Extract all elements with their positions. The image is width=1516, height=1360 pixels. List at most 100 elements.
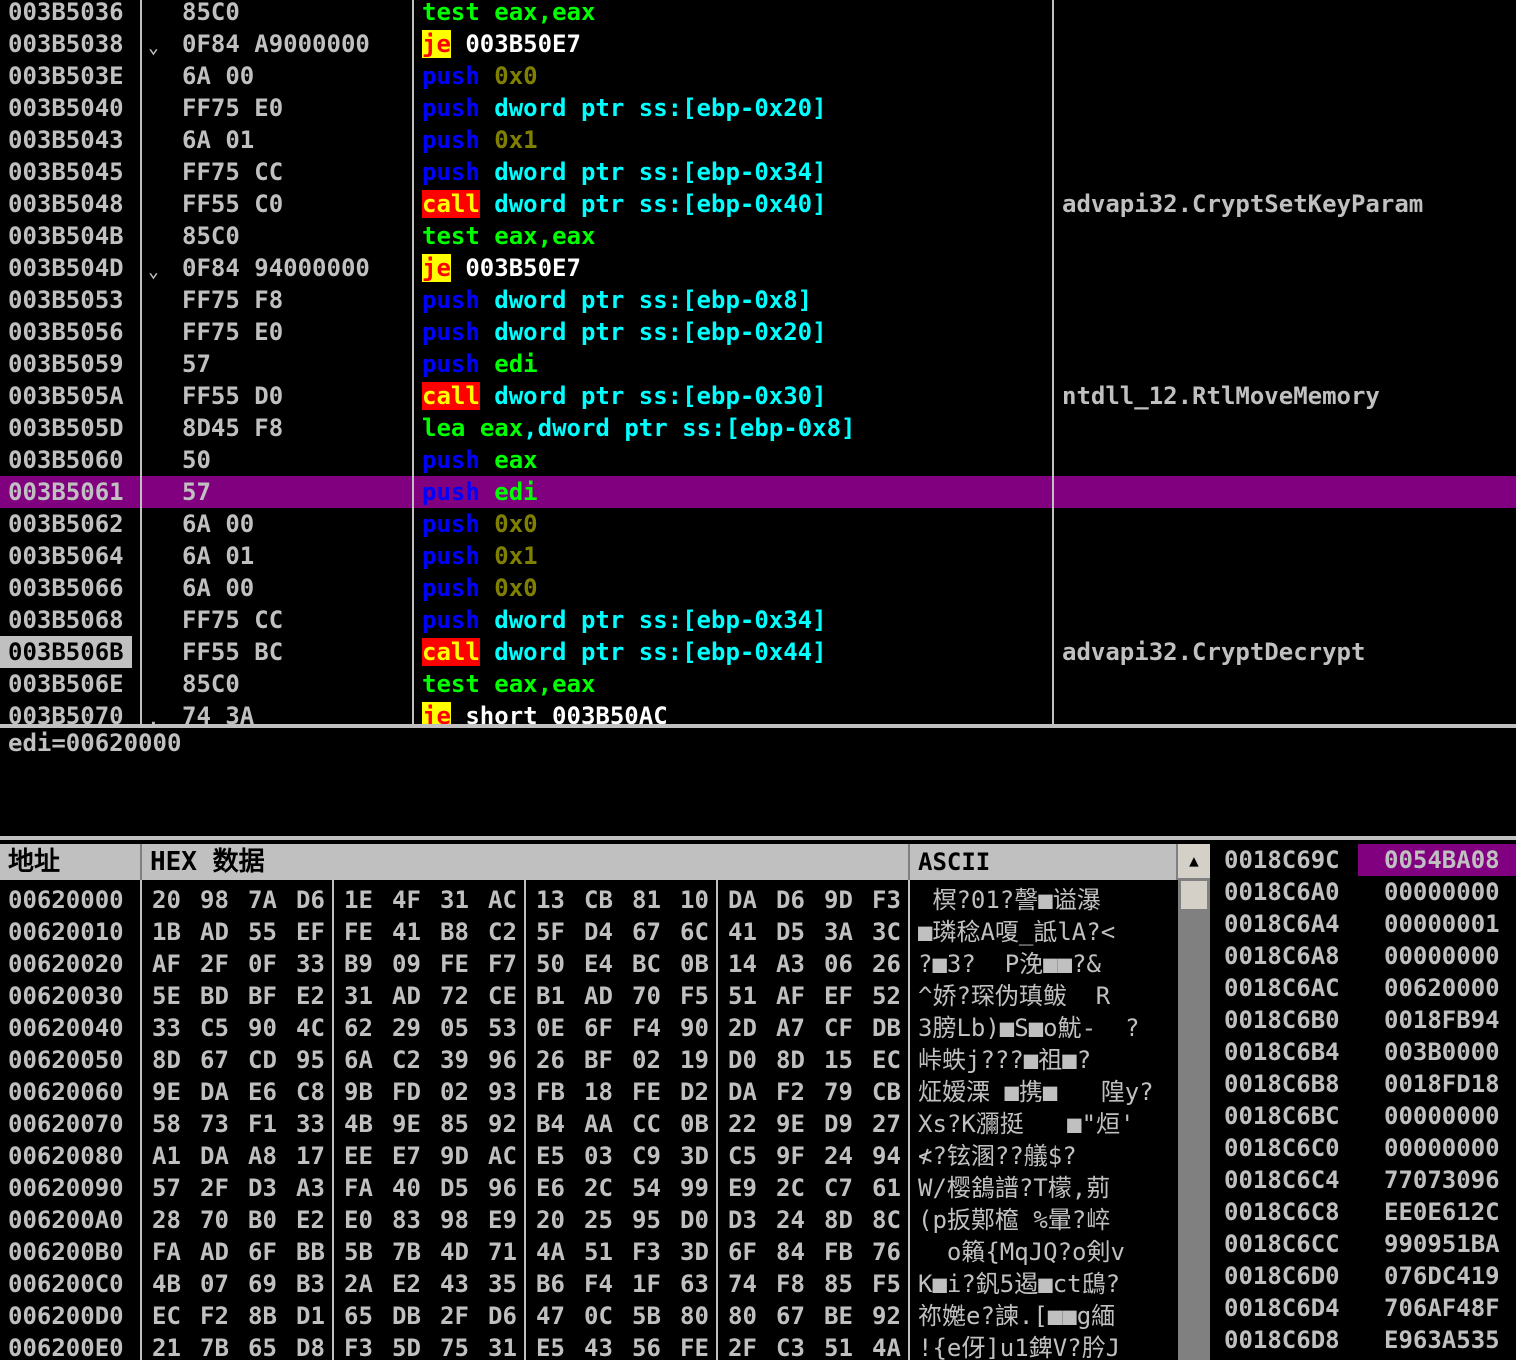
dump-byte[interactable]: 0F <box>248 948 277 980</box>
dump-byte[interactable]: 80 <box>728 1300 757 1332</box>
dump-byte[interactable]: 31 <box>488 1332 517 1360</box>
dump-byte[interactable]: 33 <box>152 1012 181 1044</box>
dump-byte[interactable]: 5B <box>344 1236 373 1268</box>
memory-dump-pane[interactable]: 地址 HEX 数据 ASCII 00620000 20 98 7A D6 1E 4F 31 AC… <box>0 840 1210 1360</box>
dump-byte[interactable]: D8 <box>296 1332 325 1360</box>
dump-byte[interactable]: 15 <box>824 1044 853 1076</box>
disasm-row[interactable]: 003B5045 FF75 CC push dword ptr ss:[ebp-0x… <box>0 156 1516 188</box>
dump-byte[interactable]: A7 <box>776 1012 805 1044</box>
dump-byte[interactable]: 2D <box>728 1012 757 1044</box>
dump-byte[interactable]: 76 <box>872 1236 901 1268</box>
dump-byte[interactable]: 26 <box>872 948 901 980</box>
dump-byte[interactable]: DB <box>392 1300 421 1332</box>
dump-byte[interactable]: 57 <box>152 1172 181 1204</box>
dump-byte[interactable]: 21 <box>152 1332 181 1360</box>
disasm-row[interactable]: 003B5038 ⌄ 0F84 A9000000 je 003B50E7 <box>0 28 1516 60</box>
dump-byte[interactable]: 9E <box>776 1108 805 1140</box>
dump-byte[interactable]: F3 <box>872 884 901 916</box>
disasm-row[interactable]: 003B506E 85C0 test eax,eax <box>0 668 1516 700</box>
dump-byte[interactable]: C5 <box>728 1140 757 1172</box>
dump-row[interactable]: 006200E0 21 7B 65 D8 F3 5D 75 31 E5 43 56 FE 2F C3 51 4A… <box>0 1332 1176 1360</box>
dump-byte[interactable]: B3 <box>296 1268 325 1300</box>
dump-byte[interactable]: 09 <box>392 948 421 980</box>
dump-byte[interactable]: 2F <box>200 948 229 980</box>
dump-byte[interactable]: F7 <box>488 948 517 980</box>
dump-byte[interactable]: 41 <box>392 916 421 948</box>
dump-byte[interactable]: 58 <box>152 1108 181 1140</box>
dump-row[interactable]: 00620030 5E BD BF E2 31 AD 72 CE B1 AD 70 F5 51 AF EF 52… <box>0 980 1176 1012</box>
disasm-row[interactable]: 003B504D ⌄ 0F84 94000000 je 003B50E7 <box>0 252 1516 284</box>
dump-row[interactable]: 006200A0 28 70 B0 E2 E0 83 98 E9 20 25 95 D0 D3 24 8D 8C… <box>0 1204 1176 1236</box>
dump-byte[interactable]: 4F <box>392 884 421 916</box>
dump-byte[interactable]: FE <box>440 948 469 980</box>
dump-byte[interactable]: 5F <box>536 916 565 948</box>
dump-byte[interactable]: C3 <box>776 1332 805 1360</box>
dump-byte[interactable]: BC <box>632 948 661 980</box>
dump-byte[interactable]: B8 <box>440 916 469 948</box>
dump-byte[interactable]: 62 <box>344 1012 373 1044</box>
dump-byte[interactable]: FA <box>152 1236 181 1268</box>
dump-byte[interactable]: EC <box>872 1044 901 1076</box>
dump-byte[interactable]: E6 <box>248 1076 277 1108</box>
dump-byte[interactable]: 7A <box>248 884 277 916</box>
dump-byte[interactable]: 5E <box>152 980 181 1012</box>
dump-byte[interactable]: C2 <box>392 1044 421 1076</box>
dump-byte[interactable]: 07 <box>200 1268 229 1300</box>
dump-byte[interactable]: 70 <box>200 1204 229 1236</box>
dump-byte[interactable]: 6A <box>344 1044 373 1076</box>
dump-byte[interactable]: 4A <box>536 1236 565 1268</box>
dump-byte[interactable]: 98 <box>200 884 229 916</box>
dump-byte[interactable]: FA <box>344 1172 373 1204</box>
stack-row[interactable]: 0018C6A8 00000000 <box>1212 940 1516 972</box>
dump-byte[interactable]: 33 <box>296 1108 325 1140</box>
dump-byte[interactable]: 7B <box>392 1236 421 1268</box>
dump-byte[interactable]: E7 <box>392 1140 421 1172</box>
dump-byte[interactable]: B1 <box>536 980 565 1012</box>
dump-byte[interactable]: 29 <box>392 1012 421 1044</box>
dump-row[interactable]: 00620010 1B AD 55 EF FE 41 B8 C2 5F D4 67 6C 41 D5 3A 3C… <box>0 916 1176 948</box>
dump-byte[interactable]: DA <box>728 1076 757 1108</box>
dump-byte[interactable]: 92 <box>872 1300 901 1332</box>
dump-byte[interactable]: 4D <box>440 1236 469 1268</box>
dump-byte[interactable]: A1 <box>152 1140 181 1172</box>
dump-byte[interactable]: 35 <box>488 1268 517 1300</box>
dump-byte[interactable]: D9 <box>824 1108 853 1140</box>
dump-byte[interactable]: A8 <box>248 1140 277 1172</box>
dump-byte[interactable]: 9E <box>392 1108 421 1140</box>
dump-byte[interactable]: 90 <box>680 1012 709 1044</box>
disasm-row[interactable]: 003B506B FF55 BC call dword ptr ss:[ebp-0x… <box>0 636 1516 668</box>
dump-byte[interactable]: 41 <box>728 916 757 948</box>
dump-byte[interactable]: 8D <box>776 1044 805 1076</box>
dump-byte[interactable]: 2A <box>344 1268 373 1300</box>
dump-byte[interactable]: AA <box>584 1108 613 1140</box>
dump-byte[interactable]: 74 <box>728 1268 757 1300</box>
dump-byte[interactable]: 8D <box>152 1044 181 1076</box>
dump-byte[interactable]: CD <box>248 1044 277 1076</box>
dump-byte[interactable]: 3D <box>680 1236 709 1268</box>
dump-byte[interactable]: E2 <box>296 980 325 1012</box>
dump-byte[interactable]: 2F <box>728 1332 757 1360</box>
dump-ascii[interactable]: !{e伢]u1錍V?肣J <box>918 1332 1176 1360</box>
dump-byte[interactable]: C9 <box>632 1140 661 1172</box>
dump-row[interactable]: 00620090 57 2F D3 A3 FA 40 D5 96 E6 2C 54 99 E9 2C C7 61… <box>0 1172 1176 1204</box>
stack-row[interactable]: 0018C6B4 003B0000 <box>1212 1036 1516 1068</box>
stack-row[interactable]: 0018C6B0 0018FB94 <box>1212 1004 1516 1036</box>
dump-byte[interactable]: CB <box>872 1076 901 1108</box>
dump-byte[interactable]: 50 <box>536 948 565 980</box>
dump-byte[interactable]: D6 <box>296 884 325 916</box>
disasm-row[interactable]: 003B5060 50 push eax <box>0 444 1516 476</box>
dump-byte[interactable]: 02 <box>632 1044 661 1076</box>
dump-byte[interactable]: 0C <box>584 1300 613 1332</box>
stack-row[interactable]: 0018C6D0 076DC419 <box>1212 1260 1516 1292</box>
disasm-row[interactable]: 003B5043 6A 01 push 0x1 <box>0 124 1516 156</box>
dump-byte[interactable]: 95 <box>632 1204 661 1236</box>
dump-byte[interactable]: 69 <box>248 1268 277 1300</box>
dump-byte[interactable]: 8C <box>872 1204 901 1236</box>
dump-byte[interactable]: EF <box>824 980 853 1012</box>
stack-pane[interactable]: 0018C69C 0054BA08 0018C6A0 00000000 0018C6A4… <box>1212 840 1516 1360</box>
dump-byte[interactable]: 05 <box>440 1012 469 1044</box>
dump-byte[interactable]: 1E <box>344 884 373 916</box>
dump-byte[interactable]: D4 <box>584 916 613 948</box>
dump-byte[interactable]: D3 <box>728 1204 757 1236</box>
dump-byte[interactable]: 9E <box>152 1076 181 1108</box>
